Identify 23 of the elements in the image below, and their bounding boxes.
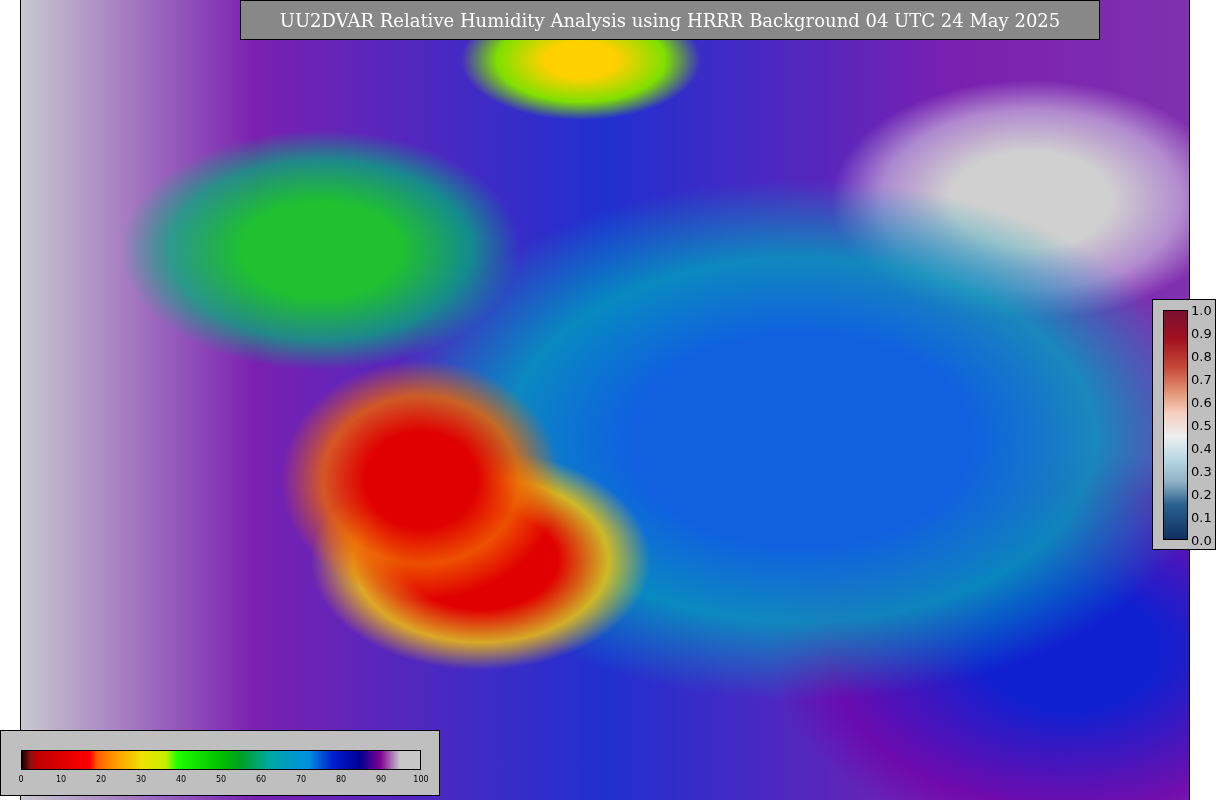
colorbar-tick-label: 0.4 (1191, 440, 1212, 456)
colorbar-tick-label: 0.6 (1191, 394, 1212, 410)
colorbar-tick-label: 0 (18, 775, 24, 784)
map-title: UU2DVAR Relative Humidity Analysis using HRRR Background 04 UTC 24 May 2025 (240, 0, 1100, 40)
colorbar-tick-label: 70 (295, 775, 307, 784)
colorbar-tick-label: 80 (335, 775, 347, 784)
colorbar-tick-label: 0.8 (1191, 348, 1212, 364)
colorbar-tick-label: 0.3 (1191, 463, 1212, 479)
colorbar-tick-label: 90 (375, 775, 387, 784)
colorbar-tick-label: 60 (255, 775, 267, 784)
colorbar-tick-label: 100 (413, 775, 429, 784)
colorbar-tick-label: 50 (215, 775, 227, 784)
colorbar-tick-label: 1.0 (1191, 302, 1212, 318)
colorbar-tick-label: 0.2 (1191, 486, 1212, 502)
colorbar-tick-label: 0.5 (1191, 417, 1212, 433)
colorbar-tick-label: 40 (175, 775, 187, 784)
colorbar-tick-label: 0.7 (1191, 371, 1212, 387)
colorbar-tick-label: 10 (55, 775, 67, 784)
colorbar-tick-label: 0.0 (1191, 532, 1212, 548)
colorbar-tick-label: 0.1 (1191, 509, 1212, 525)
colorbar-tick-label: 20 (95, 775, 107, 784)
colorbar-tick-label: 30 (135, 775, 147, 784)
colorbar-tick-label: 0.9 (1191, 325, 1212, 341)
